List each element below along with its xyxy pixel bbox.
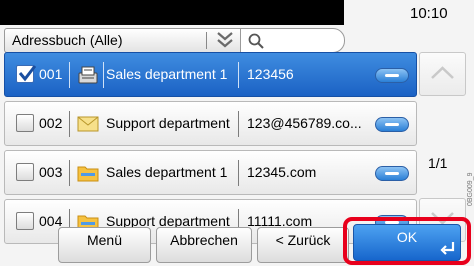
search-field[interactable]	[240, 28, 345, 53]
checkbox[interactable]	[16, 114, 34, 132]
divider	[69, 160, 70, 186]
address-book-screen: 10:10 Adressbuch (Alle) 001 Sales depart…	[0, 0, 474, 266]
entry-number: 002	[39, 115, 63, 131]
clock: 10:10	[410, 5, 448, 22]
menu-button[interactable]: Menü	[58, 227, 151, 263]
search-icon[interactable]	[247, 32, 265, 50]
entry-name: Sales department 1	[106, 164, 228, 180]
double-chevron-down-icon[interactable]	[214, 30, 236, 50]
address-book-label: Adressbuch (Alle)	[12, 32, 123, 48]
cancel-button[interactable]: Abbrechen	[156, 227, 252, 263]
details-button[interactable]	[375, 68, 409, 83]
checkbox[interactable]	[16, 163, 34, 181]
list-item[interactable]: 002 Support department 123@456789.co...	[4, 101, 417, 146]
email-icon	[77, 116, 99, 132]
folder-icon	[77, 166, 99, 182]
entry-destination: 12345.com	[247, 164, 317, 180]
divider	[69, 62, 70, 88]
page-indicator: 1/1	[428, 155, 448, 171]
entry-number: 001	[39, 66, 63, 82]
divider	[238, 160, 239, 186]
back-button[interactable]: < Zurück	[257, 227, 349, 263]
figure-code: 0BG009_9	[467, 172, 474, 206]
address-book-selector[interactable]: Adressbuch (Alle)	[4, 28, 242, 53]
list-item[interactable]: 001 Sales department 1 123456	[4, 52, 417, 97]
details-button[interactable]	[375, 166, 409, 181]
entry-destination: 123456	[247, 66, 294, 82]
ok-label: OK	[396, 229, 418, 245]
checkbox[interactable]	[16, 65, 37, 83]
entry-name: Sales department 1	[106, 66, 228, 82]
details-button[interactable]	[375, 117, 409, 132]
chevron-up-icon	[431, 66, 454, 79]
entry-destination: 123@456789.co...	[247, 115, 362, 131]
divider	[69, 111, 70, 137]
entry-name: Support department	[106, 115, 230, 131]
entry-number: 003	[39, 164, 63, 180]
status-bar	[0, 0, 344, 25]
enter-icon	[440, 242, 455, 255]
divider	[103, 62, 104, 88]
checkmark-icon	[18, 65, 37, 82]
checkbox[interactable]	[16, 212, 34, 230]
scroll-up-button[interactable]	[419, 52, 466, 96]
address-list: 001 Sales department 1 123456 002 Suppor…	[4, 52, 417, 244]
ok-button[interactable]: OK	[353, 224, 461, 261]
divider	[206, 32, 207, 49]
fax-icon	[78, 66, 98, 84]
divider	[238, 62, 239, 88]
entry-number: 004	[39, 213, 63, 229]
divider	[238, 111, 239, 137]
list-item[interactable]: 003 Sales department 1 12345.com	[4, 150, 417, 195]
